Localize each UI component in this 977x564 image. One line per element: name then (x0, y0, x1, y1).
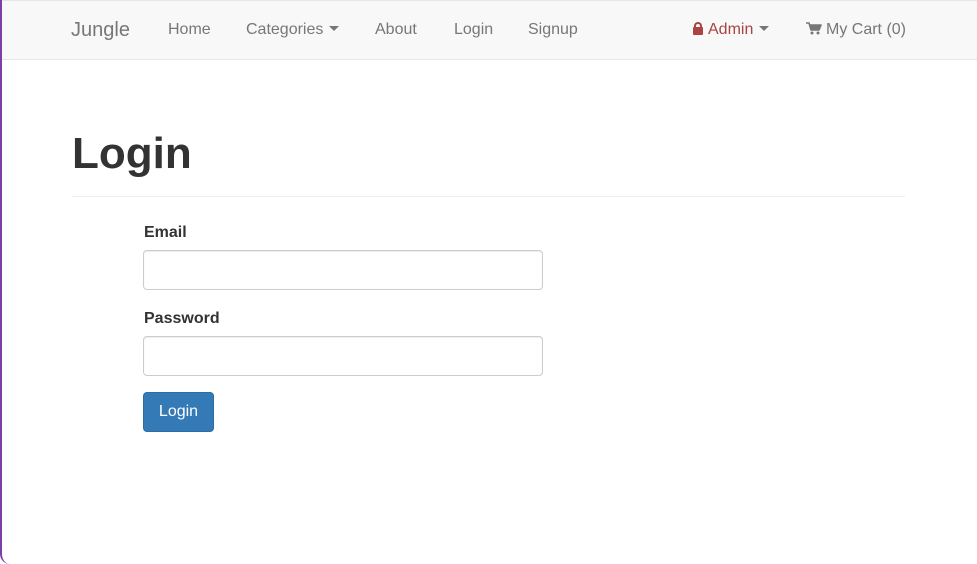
title-divider (72, 196, 905, 197)
caret-down-icon (759, 26, 770, 32)
email-field[interactable] (143, 250, 543, 290)
nav-admin-dropdown[interactable]: Admin (693, 20, 770, 40)
nav-categories-label: Categories (246, 21, 324, 38)
app-window: Jungle Home Categories About Login Signu… (0, 0, 977, 564)
top-navbar: Jungle Home Categories About Login Signu… (2, 0, 977, 60)
email-label: Email (144, 224, 187, 241)
nav-categories-dropdown[interactable]: Categories (246, 20, 340, 40)
nav-about[interactable]: About (375, 20, 417, 40)
brand-link[interactable]: Jungle (71, 18, 130, 42)
nav-cart[interactable]: My Cart (0) (806, 20, 906, 40)
password-field[interactable] (143, 336, 543, 376)
shopping-cart-icon (806, 22, 822, 35)
login-submit-button[interactable]: Login (143, 392, 214, 432)
nav-home[interactable]: Home (168, 20, 211, 40)
nav-signup[interactable]: Signup (528, 20, 578, 40)
lock-icon (693, 22, 703, 35)
page-title: Login (72, 129, 192, 178)
nav-cart-label: My Cart (0) (826, 21, 906, 38)
password-label: Password (144, 310, 220, 327)
nav-login[interactable]: Login (454, 20, 493, 40)
nav-admin-label: Admin (708, 21, 754, 38)
caret-down-icon (329, 26, 340, 32)
